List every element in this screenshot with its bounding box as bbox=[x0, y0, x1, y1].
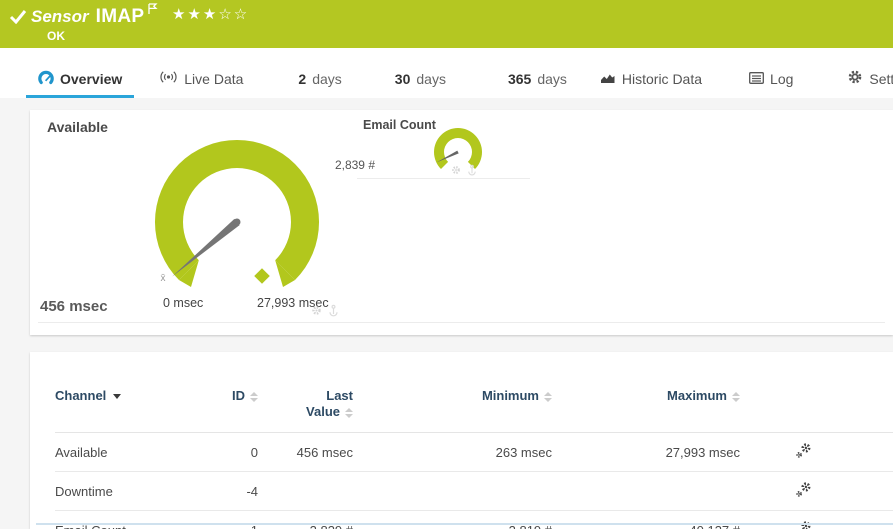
cell-maximum bbox=[552, 471, 740, 511]
tab-label: Overview bbox=[60, 70, 123, 87]
sensor-name: IMAP bbox=[95, 6, 145, 27]
sort-icon bbox=[250, 391, 258, 402]
cell-last-value bbox=[258, 471, 353, 511]
tab-unit: days bbox=[416, 70, 446, 87]
column-header-actions bbox=[740, 352, 820, 433]
priority-stars[interactable]: ★★★☆☆ bbox=[172, 5, 249, 23]
table-row-email-count: Email Count 1 2,839 # 2,819 # 40,137 # bbox=[55, 511, 893, 529]
gauge-icon bbox=[38, 70, 54, 88]
gear-icon[interactable] bbox=[310, 304, 323, 322]
check-icon bbox=[9, 9, 27, 29]
header-label: Maximum bbox=[667, 388, 727, 403]
row-highlight-edge bbox=[36, 523, 893, 525]
table-row-available: Available 0 456 msec 263 msec 27,993 mse… bbox=[55, 432, 893, 472]
channel-table: Channel ID Last Value Minimum Maximum Av… bbox=[55, 352, 893, 529]
tab-log[interactable]: Log bbox=[749, 62, 793, 98]
tab-live-data[interactable]: Live Data bbox=[159, 62, 243, 98]
sensor-type-label: Sensor bbox=[31, 7, 89, 26]
gauges-panel: Available x̄ 0 msec 27,993 msec 456 msec… bbox=[30, 110, 893, 335]
tab-2-days[interactable]: 2 days bbox=[298, 62, 341, 98]
gauge-scale-min: 0 msec bbox=[163, 296, 204, 310]
tile-divider bbox=[38, 322, 885, 323]
cell-channel: Downtime bbox=[55, 471, 200, 511]
tab-num: 30 bbox=[394, 70, 411, 87]
tab-label: Log bbox=[770, 70, 794, 87]
tab-365-days[interactable]: 365 days bbox=[508, 62, 567, 98]
column-header-channel[interactable]: Channel bbox=[55, 352, 200, 433]
header-label: Value bbox=[306, 404, 340, 419]
cell-spacer bbox=[820, 432, 893, 472]
column-header-last-value[interactable]: Last Value bbox=[258, 352, 353, 433]
available-gauge-value: 456 msec bbox=[40, 298, 108, 315]
cell-maximum: 40,137 # bbox=[552, 511, 740, 529]
status-badge: OK bbox=[47, 29, 65, 43]
cell-id: -4 bbox=[200, 471, 258, 511]
cell-channel: Available bbox=[55, 432, 200, 472]
cell-spacer bbox=[820, 471, 893, 511]
cell-channel: Email Count bbox=[55, 511, 200, 529]
flag-icon[interactable] bbox=[147, 2, 158, 19]
column-header-maximum[interactable]: Maximum bbox=[552, 352, 740, 433]
header-label: Last bbox=[326, 388, 353, 403]
broadcast-icon bbox=[159, 70, 178, 87]
overview-content: Available x̄ 0 msec 27,993 msec 456 msec… bbox=[0, 98, 893, 529]
gear-icon bbox=[847, 69, 863, 88]
tab-historic-data[interactable]: Historic Data bbox=[600, 62, 702, 98]
email-count-gauge-title: Email Count bbox=[363, 118, 436, 132]
available-gauge-title: Available bbox=[47, 119, 108, 135]
tab-label: Live Data bbox=[184, 70, 244, 87]
tab-num: 365 bbox=[507, 70, 532, 87]
cell-actions bbox=[740, 432, 820, 472]
header-label: ID bbox=[232, 388, 245, 403]
column-header-minimum[interactable]: Minimum bbox=[353, 352, 552, 433]
cell-minimum: 2,819 # bbox=[353, 511, 552, 529]
header-label: Minimum bbox=[481, 388, 539, 403]
table-row-downtime: Downtime -4 bbox=[55, 471, 893, 511]
channel-settings-gears-icon[interactable] bbox=[795, 442, 812, 462]
cell-spacer bbox=[820, 511, 893, 529]
area-chart-icon bbox=[600, 71, 616, 87]
cell-maximum: 27,993 msec bbox=[552, 432, 740, 472]
tile-divider bbox=[357, 178, 530, 179]
tab-overview[interactable]: Overview bbox=[26, 62, 135, 98]
cell-last-value: 456 msec bbox=[258, 432, 353, 472]
sort-icon bbox=[732, 391, 740, 402]
tab-30-days[interactable]: 30 days bbox=[395, 62, 446, 98]
tab-num: 2 bbox=[298, 70, 307, 87]
sensor-header: Sensor IMAP ★★★☆☆ OK bbox=[0, 0, 893, 48]
channel-settings-gears-icon[interactable] bbox=[795, 481, 812, 501]
tab-bar: Overview Live Data 2 days 30 days 365 da… bbox=[0, 48, 893, 98]
column-header-spacer bbox=[820, 352, 893, 433]
tab-label: Settings bbox=[869, 70, 893, 87]
sort-icon bbox=[544, 391, 552, 402]
tab-unit: days bbox=[312, 70, 342, 87]
channel-table-panel: Channel ID Last Value Minimum Maximum Av… bbox=[30, 352, 893, 529]
sort-desc-icon bbox=[113, 394, 122, 400]
cell-actions bbox=[740, 511, 820, 529]
sort-icon bbox=[345, 407, 353, 418]
tab-unit: days bbox=[537, 70, 567, 87]
table-header-row: Channel ID Last Value Minimum Maximum bbox=[55, 352, 893, 433]
average-marker: x̄ bbox=[161, 273, 166, 284]
available-tile-actions bbox=[310, 304, 340, 322]
column-header-id[interactable]: ID bbox=[200, 352, 258, 433]
email-count-gauge-value: 2,839 # bbox=[334, 158, 375, 172]
tab-settings[interactable]: Settings bbox=[847, 62, 893, 98]
log-icon bbox=[749, 71, 764, 87]
pin-icon[interactable] bbox=[327, 304, 340, 322]
cell-id: 0 bbox=[200, 432, 258, 472]
tab-label: Historic Data bbox=[621, 70, 703, 87]
header-label: Channel bbox=[55, 388, 107, 403]
cell-minimum: 263 msec bbox=[353, 432, 552, 472]
stars-filled: ★★★ bbox=[172, 5, 219, 23]
stars-empty: ☆☆ bbox=[218, 5, 250, 23]
cell-actions bbox=[740, 471, 820, 511]
cell-minimum bbox=[353, 471, 552, 511]
cell-id: 1 bbox=[200, 511, 258, 529]
page-title: Sensor IMAP bbox=[31, 3, 158, 28]
cell-last-value: 2,839 # bbox=[258, 511, 353, 529]
